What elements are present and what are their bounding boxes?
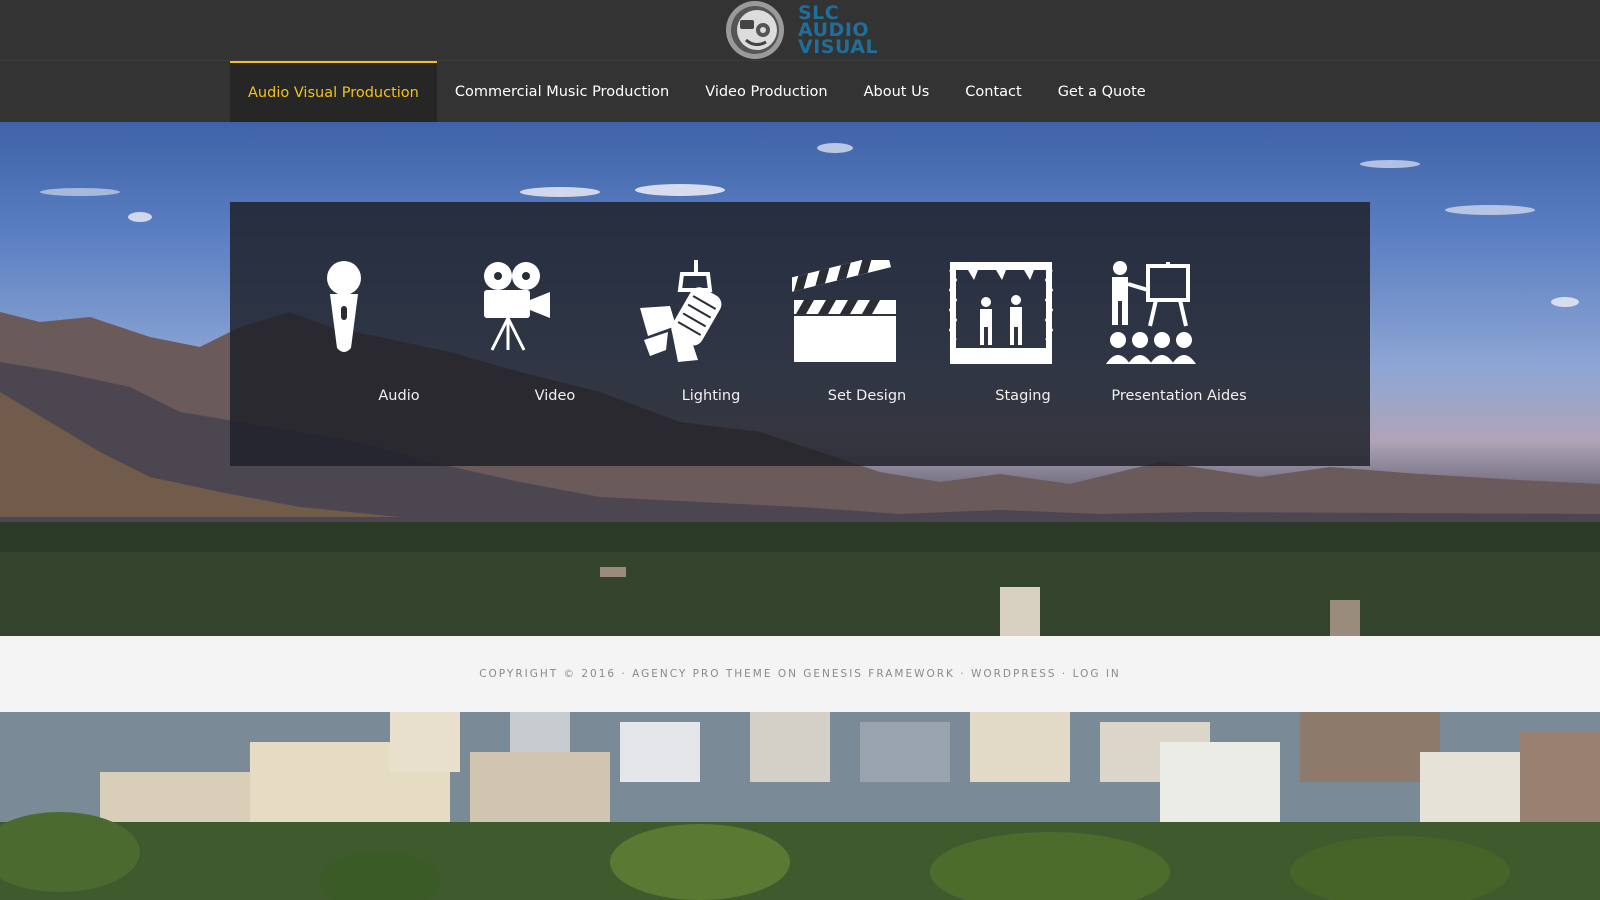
service-set-design[interactable]: Set Design <box>792 260 942 404</box>
footer-on-text: ON <box>777 668 798 680</box>
nav-item-get-a-quote[interactable]: Get a Quote <box>1040 61 1164 123</box>
main-nav: Audio Visual Production Commercial Music… <box>0 60 1600 123</box>
microphone-icon <box>327 261 361 352</box>
footer-login-link[interactable]: LOG IN <box>1073 668 1121 680</box>
site-logo[interactable]: SLC AUDIO VISUAL <box>724 0 878 60</box>
nav-item-about-us[interactable]: About Us <box>846 61 948 123</box>
nav-item-video-production[interactable]: Video Production <box>687 61 845 123</box>
logo-text: SLC AUDIO VISUAL <box>798 3 879 58</box>
film-camera-icon <box>484 262 550 351</box>
service-staging[interactable]: Staging <box>948 260 1098 404</box>
nav-list: Audio Visual Production Commercial Music… <box>230 61 1164 123</box>
footer-separator: · <box>1061 668 1068 680</box>
service-video[interactable]: Video <box>480 260 630 404</box>
spotlight-icon <box>640 260 722 362</box>
nav-item-contact[interactable]: Contact <box>947 61 1039 123</box>
services-panel: Audio Video Lighting Set Design Staging … <box>230 202 1370 466</box>
footer-separator: · <box>960 668 966 680</box>
service-audio[interactable]: Audio <box>324 260 474 404</box>
footer-credits: COPYRIGHT © 2016 · AGENCY PRO THEME ON G… <box>479 668 1121 680</box>
stage-icon <box>948 262 1054 364</box>
service-label: Audio <box>378 388 420 404</box>
service-label: Video <box>534 388 576 404</box>
footer-theme-link[interactable]: AGENCY PRO THEME <box>632 668 772 680</box>
nav-item-audio-visual-production[interactable]: Audio Visual Production <box>230 61 437 123</box>
hero-section: Audio Video Lighting Set Design Staging … <box>0 122 1600 636</box>
footer-framework-link[interactable]: GENESIS FRAMEWORK <box>803 668 955 680</box>
site-header: SLC AUDIO VISUAL <box>0 0 1600 60</box>
service-label: Presentation Aides <box>1111 388 1247 404</box>
clapperboard-icon <box>792 260 896 362</box>
nav-item-commercial-music-production[interactable]: Commercial Music Production <box>437 61 687 123</box>
logo-text-line-3: VISUAL <box>798 35 879 58</box>
city-backdrop-image <box>0 712 1600 900</box>
service-label: Lighting <box>681 388 741 404</box>
service-lighting[interactable]: Lighting <box>636 260 786 404</box>
city-skyline-image <box>0 712 1600 900</box>
footer-wordpress-link[interactable]: WORDPRESS <box>971 668 1057 680</box>
service-presentation-aides[interactable]: Presentation Aides <box>1104 260 1254 404</box>
footer-copyright: COPYRIGHT © 2016 · <box>479 668 627 680</box>
service-label: Set Design <box>827 388 907 404</box>
site-footer: COPYRIGHT © 2016 · AGENCY PRO THEME ON G… <box>0 636 1600 712</box>
presenter-easel-icon <box>1106 261 1196 364</box>
logo-mark-icon <box>726 1 784 59</box>
service-label: Staging <box>995 388 1051 404</box>
